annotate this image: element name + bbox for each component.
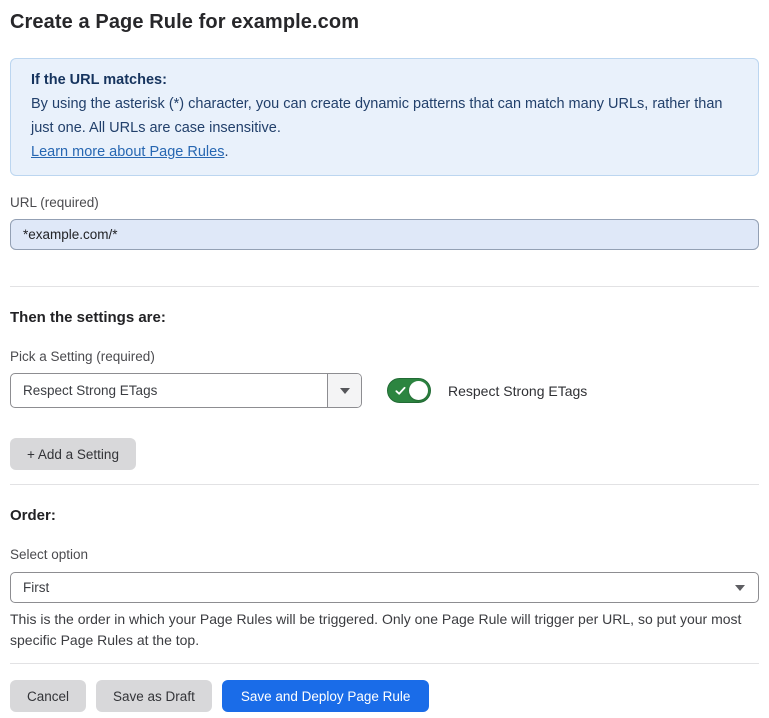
create-page-rule-form: Create a Page Rule for example.com If th…: [10, 8, 759, 712]
link-period: .: [224, 144, 228, 160]
order-select-chevron-wrap: [735, 573, 758, 602]
chevron-down-icon: [735, 585, 745, 591]
save-deploy-button[interactable]: Save and Deploy Page Rule: [222, 680, 430, 712]
learn-more-link[interactable]: Learn more about Page Rules: [31, 144, 224, 160]
setting-select-arrow-button[interactable]: [327, 374, 361, 407]
order-select-value: First: [11, 573, 735, 602]
info-link-line: Learn more about Page Rules.: [31, 140, 738, 164]
order-heading: Order:: [10, 506, 759, 526]
url-match-info-box: If the URL matches: By using the asteris…: [10, 58, 759, 176]
page-title: Create a Page Rule for example.com: [10, 8, 759, 36]
url-input[interactable]: [10, 219, 759, 250]
footer-actions: Cancel Save as Draft Save and Deploy Pag…: [10, 680, 759, 712]
pick-setting-label: Pick a Setting (required): [10, 348, 759, 365]
cancel-button[interactable]: Cancel: [10, 680, 86, 712]
settings-heading: Then the settings are:: [10, 308, 759, 328]
setting-select-value: Respect Strong ETags: [11, 374, 327, 407]
order-select[interactable]: First: [10, 572, 759, 603]
order-help-text: This is the order in which your Page Rul…: [10, 609, 755, 651]
info-box-heading: If the URL matches:: [31, 68, 738, 92]
section-divider-middle: [10, 484, 759, 485]
add-setting-button[interactable]: + Add a Setting: [10, 438, 136, 470]
section-divider-bottom: [10, 663, 759, 664]
toggle-knob: [409, 381, 428, 400]
order-select-label: Select option: [10, 546, 759, 563]
setting-select[interactable]: Respect Strong ETags: [10, 373, 362, 408]
save-draft-button[interactable]: Save as Draft: [96, 680, 212, 712]
url-field-label: URL (required): [10, 194, 759, 211]
chevron-down-icon: [340, 388, 350, 394]
setting-toggle-label: Respect Strong ETags: [448, 383, 587, 399]
setting-toggle-group: Respect Strong ETags: [387, 378, 587, 403]
setting-toggle[interactable]: [387, 378, 431, 403]
setting-row: Respect Strong ETags Respect Strong ETag…: [10, 373, 759, 408]
section-divider-top: [10, 286, 759, 287]
info-box-body: By using the asterisk (*) character, you…: [31, 92, 731, 140]
check-icon: [395, 385, 406, 396]
